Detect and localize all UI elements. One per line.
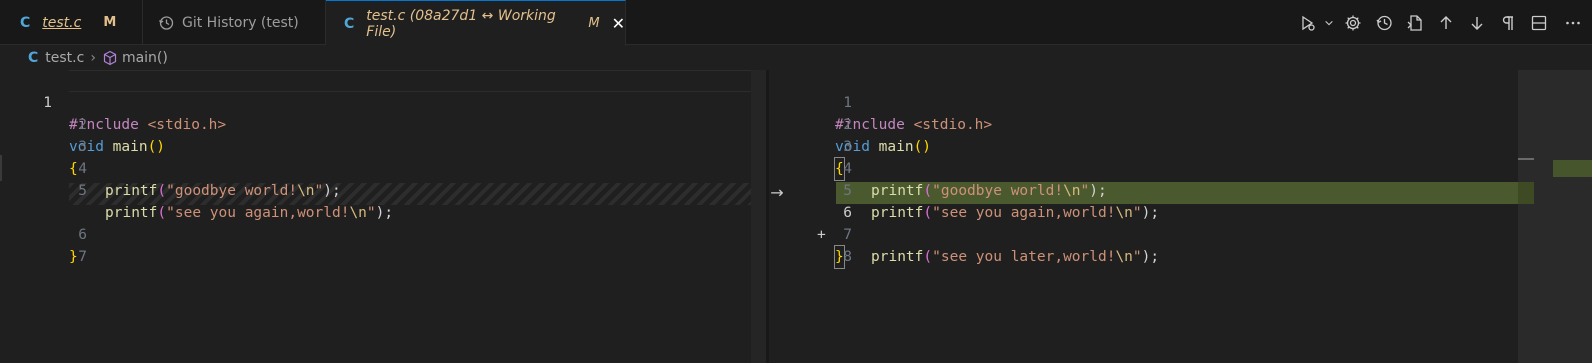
close-icon[interactable]: ✕ (612, 14, 625, 33)
code-token: ( (157, 183, 167, 199)
chevron-down-icon[interactable] (1321, 0, 1337, 45)
code-token: printf (871, 249, 924, 265)
added-line-gutter (1518, 182, 1534, 204)
code-token: ); (323, 183, 341, 199)
code-token: "goodbye world! (166, 183, 298, 199)
vertical-scrollbar[interactable] (751, 70, 766, 363)
code-line: 5 printf("see you again,world!\n"); (769, 158, 1592, 221)
code-line: 7 (0, 224, 766, 265)
overview-ruler[interactable] (1518, 70, 1592, 363)
history-icon[interactable] (1368, 0, 1399, 45)
code-token: ); (1141, 249, 1160, 265)
cube-icon (103, 50, 117, 65)
minimap-cursor (1518, 158, 1534, 160)
breadcrumb-file[interactable]: test.c (45, 50, 84, 66)
code-token: " (1132, 249, 1142, 265)
c-language-icon: C (28, 49, 39, 66)
code-line: 4 printf("goodbye world!\n"); (0, 136, 766, 199)
line-number: 8 (843, 249, 852, 265)
c-language-icon: C (344, 15, 355, 32)
c-language-icon: C (20, 14, 31, 31)
code-token: \n (297, 183, 315, 199)
arrow-up-icon[interactable] (1430, 0, 1461, 45)
original-editor[interactable]: 1 #include <stdio.h> 2 void main() 3 { 4… (0, 70, 766, 363)
code-token: \n (1115, 249, 1133, 265)
code-line: 2 void main() (0, 92, 766, 155)
tab-diff-active[interactable]: C test.c (08a27d1 ↔ Working File) M ✕ (326, 0, 626, 46)
breadcrumb: C test.c › main() (0, 45, 1592, 70)
code-line: 3 { (769, 114, 1592, 181)
gear-icon[interactable] (1337, 0, 1368, 45)
code-token: ( (923, 249, 933, 265)
scroll-indicator (0, 155, 2, 181)
code-line: 6 } (0, 202, 766, 265)
code-token: "see you later,world! (932, 249, 1116, 265)
line-number: 7 (78, 249, 87, 265)
code-line: 1 #include <stdio.h> (0, 70, 766, 133)
code-token: " (314, 183, 324, 199)
editor-tab-bar: C test.c M Git History (test) C test.c (… (0, 0, 1592, 46)
open-file-icon[interactable] (1399, 0, 1430, 45)
modified-badge: M (103, 15, 117, 30)
run-debug-icon[interactable] (1295, 0, 1321, 45)
tab-label: test.c (08a27d1 ↔ Working File) (366, 7, 556, 40)
split-layout-icon[interactable] (1523, 0, 1554, 45)
code-token: printf (105, 183, 158, 199)
chevron-right-icon: › (90, 49, 96, 66)
tab-git-history[interactable]: Git History (test) (143, 0, 326, 45)
code-line: 5 printf("see you again,world!\n"); (0, 158, 766, 221)
code-line-added: 6 + printf("see you later,world!\n"); (769, 180, 1592, 265)
tab-label: Git History (test) (182, 14, 299, 31)
breadcrumb-symbol[interactable]: main() (122, 50, 168, 66)
history-icon (158, 15, 174, 30)
editor-actions (1295, 0, 1592, 45)
modified-badge: M (588, 16, 600, 31)
more-icon[interactable] (1554, 0, 1592, 45)
code-line: 2 void main() (769, 92, 1592, 155)
modified-editor[interactable]: 1 #include <stdio.h> 2 void main() 3 { 4… (769, 70, 1592, 363)
code-line: 7 } (769, 202, 1592, 269)
tab-label: test.c (42, 14, 82, 31)
arrow-down-icon[interactable] (1461, 0, 1492, 45)
line-number: 5 (78, 183, 87, 199)
minimap-added-marker (1553, 160, 1592, 177)
code-line: 8 (769, 224, 1592, 265)
code-line: 3 { (0, 114, 766, 177)
code-line: 1 #include <stdio.h> (769, 70, 1592, 133)
pilcrow-icon[interactable] (1492, 0, 1523, 45)
tab-test-c[interactable]: C test.c M (0, 0, 143, 45)
code-line: 4 printf("goodbye world!\n"); (769, 136, 1592, 199)
